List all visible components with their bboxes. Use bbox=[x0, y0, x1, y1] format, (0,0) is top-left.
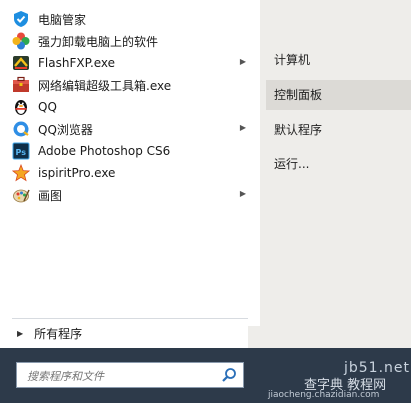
app-label: 网络编辑超级工具箱.exe bbox=[38, 78, 172, 93]
search-input[interactable] bbox=[17, 363, 225, 389]
right-triangle-icon: ▶ bbox=[17, 328, 24, 338]
app-label: FlashFXP.exe bbox=[38, 56, 116, 70]
submenu-arrow-icon: ▶ bbox=[239, 57, 246, 66]
submenu-arrow-icon: ▶ bbox=[239, 123, 246, 132]
photoshop-icon: Ps bbox=[12, 142, 30, 160]
search-magnifier-icon[interactable] bbox=[221, 367, 237, 383]
app-label: 强力卸载电脑上的软件 bbox=[38, 34, 159, 49]
flashfxp-icon bbox=[12, 54, 30, 72]
uninstaller-petals-icon bbox=[12, 32, 30, 50]
app-item-flashfxp[interactable]: FlashFXP.exe ▶ bbox=[8, 52, 254, 74]
app-item-pc-manager[interactable]: 电脑管家 bbox=[8, 8, 254, 30]
app-item-paint[interactable]: 画图 ▶ bbox=[8, 184, 254, 206]
submenu-arrow-icon: ▶ bbox=[239, 189, 246, 198]
paint-palette-icon bbox=[12, 186, 30, 204]
menu-divider bbox=[12, 318, 248, 319]
app-label: 画图 bbox=[38, 188, 63, 203]
app-item-toolbox[interactable]: 网络编辑超级工具箱.exe bbox=[8, 74, 254, 96]
qq-browser-icon bbox=[12, 120, 30, 138]
link-run[interactable]: 运行... bbox=[266, 149, 411, 179]
app-item-uninstaller[interactable]: 强力卸载电脑上的软件 bbox=[8, 30, 254, 52]
system-links-panel: 计算机 控制面板 默认程序 运行... bbox=[260, 0, 411, 326]
app-item-photoshop[interactable]: Ps Adobe Photoshop CS6 bbox=[8, 140, 254, 162]
link-computer[interactable]: 计算机 bbox=[266, 45, 411, 75]
programs-panel: 电脑管家 强力卸载电脑上的软件 FlashFXP.exe ▶ 网络编辑超级工具箱… bbox=[0, 0, 261, 348]
link-default-programs[interactable]: 默认程序 bbox=[266, 115, 411, 145]
app-item-qq-browser[interactable]: QQ浏览器 ▶ bbox=[8, 118, 254, 140]
search-box[interactable] bbox=[16, 362, 244, 389]
app-item-qq[interactable]: QQ bbox=[8, 96, 254, 118]
all-programs-label: 所有程序 bbox=[34, 326, 83, 341]
watermark-url: jiaocheng.chazidian.com bbox=[268, 390, 380, 400]
link-control-panel[interactable]: 控制面板 bbox=[266, 80, 411, 110]
app-label: Adobe Photoshop CS6 bbox=[38, 144, 171, 158]
app-label: ispiritPro.exe bbox=[38, 166, 116, 180]
svg-text:Ps: Ps bbox=[16, 148, 27, 157]
app-item-ispirit[interactable]: ispiritPro.exe bbox=[8, 162, 254, 184]
app-label: QQ bbox=[38, 100, 57, 114]
app-label: QQ浏览器 bbox=[38, 122, 93, 137]
all-programs-button[interactable]: ▶ 所有程序 bbox=[8, 322, 254, 344]
ispirit-star-icon bbox=[11, 163, 31, 182]
tencent-pc-manager-icon bbox=[12, 10, 30, 28]
qq-penguin-icon bbox=[12, 98, 30, 116]
app-label: 电脑管家 bbox=[38, 12, 87, 27]
toolbox-icon bbox=[12, 76, 30, 94]
start-menu: 电脑管家 强力卸载电脑上的软件 FlashFXP.exe ▶ 网络编辑超级工具箱… bbox=[0, 0, 411, 403]
